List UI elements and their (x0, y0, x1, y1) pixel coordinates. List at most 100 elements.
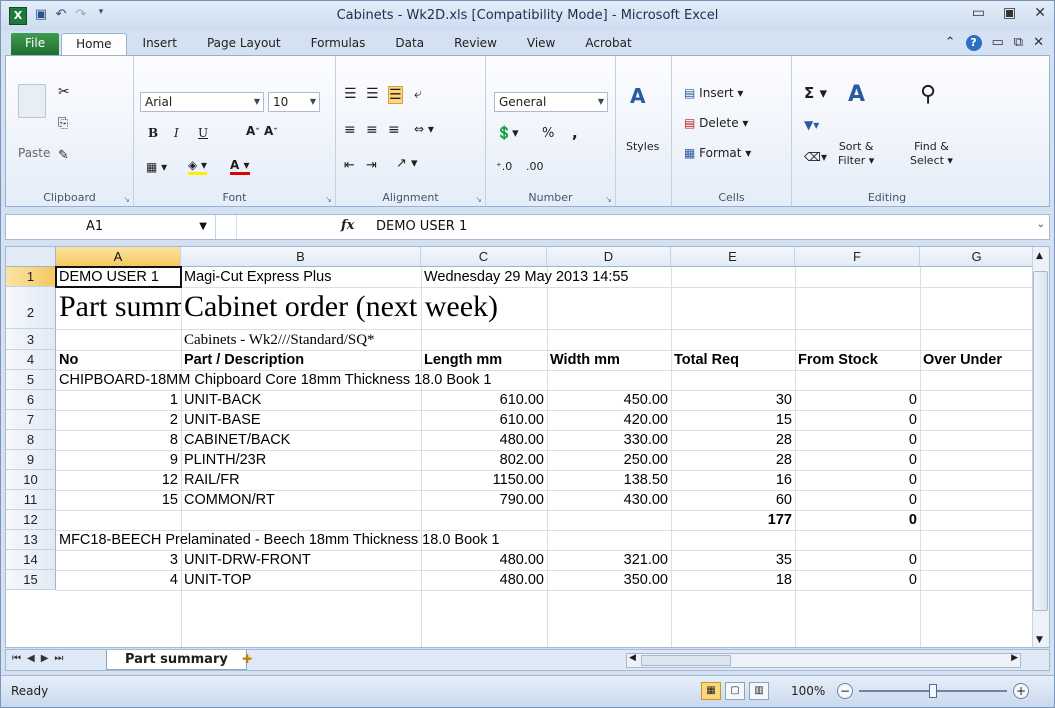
cell-f7[interactable]: 0 (795, 410, 920, 430)
cell-a7[interactable]: 2 (56, 410, 181, 430)
select-all-corner[interactable] (6, 247, 56, 267)
italic-button[interactable]: I (174, 126, 179, 140)
cell-a15[interactable]: 4 (56, 570, 181, 590)
column-header-a[interactable]: A (56, 247, 181, 267)
cell-a8[interactable]: 8 (56, 430, 181, 450)
cell-a2[interactable]: Part summary (56, 287, 181, 327)
cell-f10[interactable]: 0 (795, 470, 920, 490)
minimize-ribbon-icon[interactable]: ⌃ (945, 35, 956, 51)
restore-icon[interactable]: ▣ (1003, 5, 1016, 21)
cell-b3[interactable]: Cabinets - Wk2///Standard/SQ* (181, 329, 541, 351)
normal-view-icon[interactable]: ▦ (701, 682, 721, 700)
binoculars-icon[interactable]: ⚲ (920, 82, 936, 107)
align-bottom-icon[interactable]: ☰ (388, 86, 403, 104)
insert-sheet-icon[interactable]: ✚ (242, 652, 264, 668)
row-header-15[interactable]: 15 (6, 570, 56, 590)
font-launcher-icon[interactable]: ↘ (325, 195, 332, 204)
cell-a4[interactable]: No (56, 350, 181, 370)
cell-c11[interactable]: 790.00 (421, 490, 547, 510)
paste-icon[interactable] (18, 84, 46, 118)
font-name-combo[interactable]: Arial ▼ (140, 92, 264, 112)
cell-f8[interactable]: 0 (795, 430, 920, 450)
row-header-14[interactable]: 14 (6, 550, 56, 570)
grow-font-icon[interactable]: Aˆ Aˇ (246, 124, 278, 138)
cell-b15[interactable]: UNIT-TOP (181, 570, 421, 590)
cell-a6[interactable]: 1 (56, 390, 181, 410)
cell-a5[interactable]: CHIPBOARD-18MM Chipboard Core 18mm Thick… (56, 370, 756, 390)
tab-insert[interactable]: Insert (129, 33, 191, 55)
vertical-scrollbar[interactable]: ▲ ▼ (1032, 247, 1049, 647)
horizontal-scroll-thumb[interactable] (641, 655, 731, 666)
cell-b4[interactable]: Part / Description (181, 350, 421, 370)
fill-icon[interactable]: ▼▾ (804, 118, 819, 132)
currency-icon[interactable]: 💲▾ (496, 126, 519, 141)
insert-function-button[interactable]: fx (341, 218, 354, 233)
scroll-right-icon[interactable]: ▶ (1011, 653, 1018, 663)
cell-f14[interactable]: 0 (795, 550, 920, 570)
cell-d14[interactable]: 321.00 (547, 550, 671, 570)
tab-formulas[interactable]: Formulas (297, 33, 380, 55)
scroll-up-icon[interactable]: ▲ (1036, 251, 1043, 261)
zoom-in-button[interactable]: + (1013, 683, 1029, 699)
cell-e9[interactable]: 28 (671, 450, 795, 470)
zoom-slider-thumb[interactable] (929, 684, 937, 698)
column-header-d[interactable]: D (547, 247, 671, 267)
fill-color-icon[interactable]: ◈ ▾ (188, 158, 208, 175)
column-header-g[interactable]: G (920, 247, 1034, 267)
cell-d15[interactable]: 350.00 (547, 570, 671, 590)
decrease-decimal-icon[interactable]: .00 (526, 160, 544, 173)
tab-home[interactable]: Home (61, 33, 127, 55)
font-color-icon[interactable]: A ▾ (230, 158, 250, 175)
workbook-restore-icon[interactable]: ⧉ (1014, 35, 1023, 51)
cell-e6[interactable]: 30 (671, 390, 795, 410)
align-top-icon[interactable]: ☰ (344, 86, 357, 102)
format-cells-button[interactable]: ▦ Format ▾ (684, 146, 751, 160)
align-middle-icon[interactable]: ☰ (366, 86, 379, 102)
cell-a1[interactable]: DEMO USER 1 (56, 267, 181, 287)
paste-button[interactable]: Paste (18, 146, 50, 160)
worksheet-grid[interactable]: A B C D E F G 1 2 3 4 5 6 7 8 9 10 11 12… (5, 246, 1050, 648)
close-icon[interactable]: ✕ (1034, 5, 1046, 21)
cell-f9[interactable]: 0 (795, 450, 920, 470)
cell-b9[interactable]: PLINTH/23R (181, 450, 421, 470)
cell-d6[interactable]: 450.00 (547, 390, 671, 410)
sort-filter-icon[interactable]: A (848, 82, 865, 107)
help-icon[interactable]: ? (965, 35, 982, 51)
page-layout-view-icon[interactable]: ▢ (725, 682, 745, 700)
row-header-3[interactable]: 3 (6, 329, 56, 350)
insert-cells-button[interactable]: ▤ Insert ▾ (684, 86, 743, 100)
zoom-out-button[interactable]: − (837, 683, 853, 699)
cell-g4[interactable]: Over Under (920, 350, 1034, 370)
cell-c7[interactable]: 610.00 (421, 410, 547, 430)
cell-a14[interactable]: 3 (56, 550, 181, 570)
workbook-close-icon[interactable]: ✕ (1033, 35, 1044, 51)
cell-f4[interactable]: From Stock (795, 350, 920, 370)
horizontal-scrollbar[interactable]: ◀ ▶ (626, 653, 1021, 668)
formula-input[interactable]: DEMO USER 1 (376, 215, 467, 239)
scroll-down-icon[interactable]: ▼ (1036, 635, 1043, 645)
align-left-icon[interactable]: ≡ (344, 122, 356, 138)
percent-button[interactable]: % (542, 126, 554, 141)
cell-a13[interactable]: MFC18-BEECH Prelaminated - Beech 18mm Th… (56, 530, 756, 550)
page-break-view-icon[interactable]: ▥ (749, 682, 769, 700)
cell-b11[interactable]: COMMON/RT (181, 490, 421, 510)
cell-d8[interactable]: 330.00 (547, 430, 671, 450)
row-header-9[interactable]: 9 (6, 450, 56, 470)
minimize-icon[interactable]: ▭ (972, 5, 985, 21)
expand-formula-bar-icon[interactable]: ⌄ (1037, 219, 1045, 230)
tab-view[interactable]: View (513, 33, 569, 55)
increase-indent-icon[interactable]: ⇥ (366, 158, 377, 173)
wrap-text-icon[interactable]: ⤶ (414, 86, 422, 102)
tab-file[interactable]: File (11, 33, 60, 55)
cell-e15[interactable]: 18 (671, 570, 795, 590)
align-center-icon[interactable]: ≡ (366, 122, 378, 138)
font-size-combo[interactable]: 10 ▼ (268, 92, 320, 112)
column-header-c[interactable]: C (421, 247, 547, 267)
zoom-level[interactable]: 100% (791, 684, 825, 698)
increase-decimal-icon[interactable]: ⁺.0 (496, 160, 512, 173)
copy-icon[interactable]: ⎘ (58, 116, 68, 131)
tab-acrobat[interactable]: Acrobat (571, 33, 645, 55)
sheet-tab-part-summary[interactable]: Part summary (106, 650, 247, 670)
workbook-minimize-icon[interactable]: ▭ (992, 35, 1004, 51)
name-box[interactable]: A1 ▼ (6, 215, 216, 239)
